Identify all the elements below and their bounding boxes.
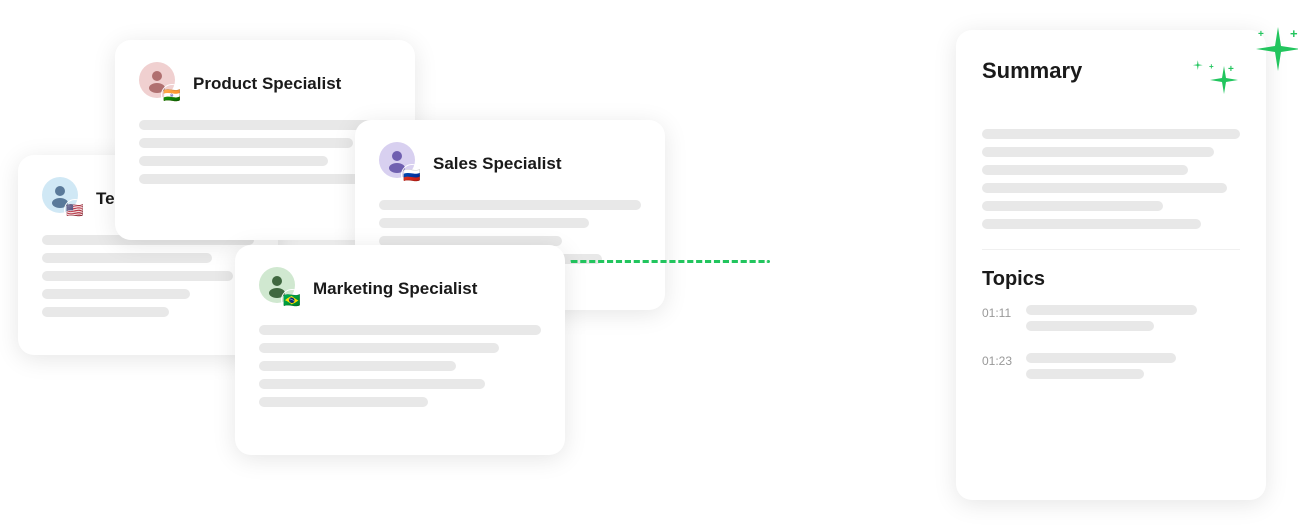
team-lead-flag: 🇺🇸 [64, 199, 86, 221]
skel [982, 183, 1227, 193]
skel [259, 379, 485, 389]
marketing-flag: 🇧🇷 [281, 289, 303, 311]
skel [139, 138, 353, 148]
topic-item-2: 01:23 [982, 353, 1240, 387]
sales-flag: 🇷🇺 [401, 164, 423, 186]
summary-panel: Summary + + Topics 01:11 [956, 30, 1266, 500]
team-lead-avatar: 🇺🇸 [42, 177, 86, 221]
svg-text:+: + [1258, 29, 1264, 40]
divider [982, 249, 1240, 250]
skel [42, 271, 233, 281]
skel [1026, 369, 1144, 379]
sales-avatar: 🇷🇺 [379, 142, 423, 186]
skel [982, 147, 1214, 157]
skel [259, 343, 499, 353]
skel [259, 325, 541, 335]
topics-title: Topics [982, 268, 1240, 291]
svg-text:+: + [1228, 64, 1234, 75]
skel [42, 289, 190, 299]
svg-text:+: + [1290, 26, 1298, 41]
skel [42, 253, 212, 263]
product-title: Product Specialist [193, 74, 341, 94]
skel [982, 165, 1188, 175]
product-avatar: 🇮🇳 [139, 62, 183, 106]
skel [982, 129, 1240, 139]
skel [259, 361, 456, 371]
sales-title: Sales Specialist [433, 154, 562, 174]
skel [139, 156, 328, 166]
topic-1-time: 01:11 [982, 305, 1014, 320]
summary-title: Summary [982, 58, 1082, 84]
marketing-header: 🇧🇷 Marketing Specialist [259, 267, 541, 311]
topic-1-lines [1026, 305, 1240, 339]
skel [42, 307, 169, 317]
skel [1026, 353, 1176, 363]
skel [379, 200, 641, 210]
product-flag: 🇮🇳 [161, 84, 183, 106]
sparkle-icon: + + [1192, 58, 1240, 111]
skel [379, 218, 589, 228]
summary-header: Summary + + [982, 58, 1240, 111]
skel [982, 219, 1201, 229]
skel [259, 397, 428, 407]
product-header: 🇮🇳 Product Specialist [139, 62, 391, 106]
sparkle-decoration: + + [1238, 22, 1298, 87]
skel [139, 174, 366, 184]
connector-line [570, 260, 770, 263]
sales-header: 🇷🇺 Sales Specialist [379, 142, 641, 186]
topic-item-1: 01:11 [982, 305, 1240, 339]
topic-2-time: 01:23 [982, 353, 1014, 368]
skel [1026, 321, 1154, 331]
summary-skeleton [982, 129, 1240, 229]
svg-text:+: + [1209, 62, 1214, 71]
scene: { "cards": { "team_lead": { "title": "Te… [0, 0, 1316, 532]
skel [1026, 305, 1197, 315]
marketing-title: Marketing Specialist [313, 279, 477, 299]
card-marketing[interactable]: 🇧🇷 Marketing Specialist [235, 245, 565, 455]
marketing-avatar: 🇧🇷 [259, 267, 303, 311]
skel [982, 201, 1163, 211]
topic-2-lines [1026, 353, 1240, 387]
skel [139, 120, 391, 130]
